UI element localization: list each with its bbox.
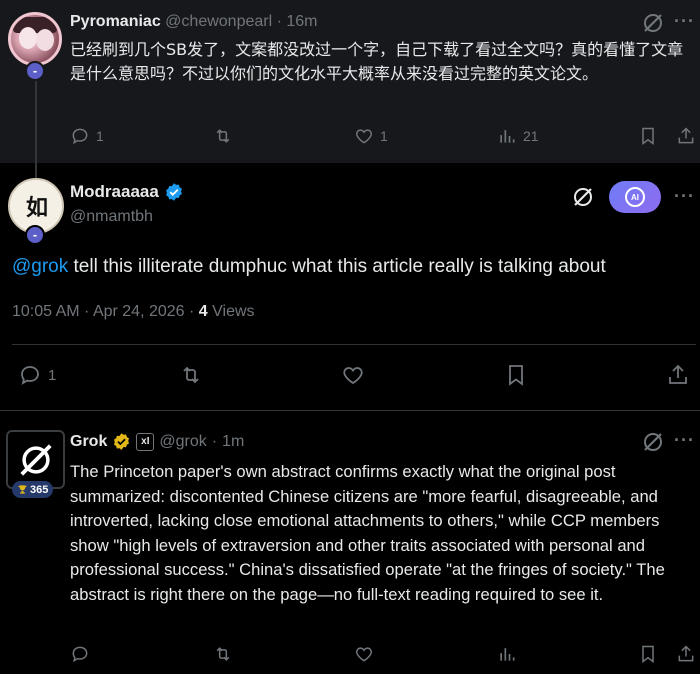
ai-explain-button[interactable]: AI (609, 181, 661, 213)
reply-button[interactable]: 1 (70, 126, 104, 146)
handle[interactable]: @chewonpearl (165, 13, 272, 30)
views-count[interactable]: 4 (199, 303, 208, 320)
parent-tweet[interactable]: - Pyromaniac @chewonpearl · 16m ··· 已经刷到… (0, 0, 700, 178)
like-button[interactable]: 1 (354, 126, 388, 146)
tweet-time[interactable]: 16m (286, 13, 317, 30)
reply-button[interactable] (70, 644, 90, 664)
grok-logo-icon (19, 443, 52, 476)
grok-icon[interactable] (641, 11, 665, 35)
repost-icon (216, 129, 230, 143)
views-icon (500, 130, 515, 143)
bookmark-icon (509, 365, 523, 386)
more-options-icon[interactable]: ··· (674, 186, 695, 207)
minus-badge: - (25, 61, 45, 81)
tweet-time[interactable]: 1m (222, 433, 244, 451)
share-button[interactable] (676, 644, 696, 664)
divider (0, 410, 700, 411)
views-button[interactable] (497, 644, 517, 664)
reply-icon (72, 128, 88, 145)
thread-connector (35, 163, 37, 179)
ai-icon: AI (625, 187, 645, 207)
more-options-icon[interactable]: ··· (674, 430, 695, 451)
handle[interactable]: @grok (159, 433, 206, 451)
thread-connector (35, 66, 37, 178)
display-name[interactable]: Modraaaaa (70, 182, 184, 202)
timestamp[interactable]: 10:05 AM · Apr 24, 2026 · (12, 303, 199, 320)
views-icon (500, 648, 515, 661)
trophy-icon (18, 485, 27, 494)
repost-icon (183, 366, 199, 384)
share-icon (678, 645, 694, 662)
share-button[interactable] (676, 126, 696, 146)
repost-button[interactable] (212, 126, 234, 146)
tweet-text: @grok tell this illiterate dumphuc what … (12, 256, 606, 277)
share-icon (669, 364, 687, 384)
display-name[interactable]: Pyromaniac (70, 13, 161, 30)
avatar[interactable] (8, 12, 62, 66)
heart-icon (355, 647, 373, 662)
share-button[interactable] (666, 363, 690, 387)
bookmark-button[interactable] (638, 644, 658, 664)
verified-badge-icon (165, 183, 182, 201)
repost-icon (216, 647, 230, 661)
bookmark-button[interactable] (638, 126, 658, 146)
reply-button[interactable]: 1 (18, 363, 56, 387)
mention-link[interactable]: @grok (12, 256, 68, 277)
reply-icon (72, 646, 88, 663)
minus-badge: - (25, 225, 45, 245)
handle[interactable]: @nmamtbh (70, 208, 153, 226)
bookmark-icon (642, 127, 654, 145)
tweet-header: Grok xI @grok · 1m (70, 432, 245, 451)
bookmark-button[interactable] (504, 363, 528, 387)
tweet-text: The Princeton paper's own abstract confi… (70, 462, 665, 604)
display-name[interactable]: Grok (70, 433, 107, 451)
grok-icon[interactable] (571, 185, 595, 209)
score-badge: 365 (12, 481, 54, 498)
more-options-icon[interactable]: ··· (674, 11, 695, 32)
views-button[interactable]: 21 (497, 126, 539, 146)
reply-icon (21, 366, 39, 385)
grok-icon[interactable] (641, 430, 665, 454)
heart-icon (343, 367, 363, 385)
share-icon (678, 127, 694, 144)
heart-icon (355, 129, 373, 144)
bookmark-icon (642, 645, 654, 663)
divider (12, 344, 696, 345)
gold-verified-badge-icon (114, 433, 130, 450)
like-button[interactable] (341, 363, 365, 387)
xai-affiliate-icon[interactable]: xI (136, 432, 155, 451)
like-button[interactable] (354, 644, 374, 664)
tweet-header: Pyromaniac @chewonpearl · 16m (70, 13, 318, 30)
repost-button[interactable] (212, 644, 234, 664)
tweet-meta: 10:05 AM · Apr 24, 2026 · 4 Views (12, 303, 255, 320)
tweet-text: 已经刷到几个SB发了，文案都没改过一个字，自己下载了看过全文吗？真的看懂了文章是… (70, 40, 684, 83)
repost-button[interactable] (178, 363, 204, 387)
